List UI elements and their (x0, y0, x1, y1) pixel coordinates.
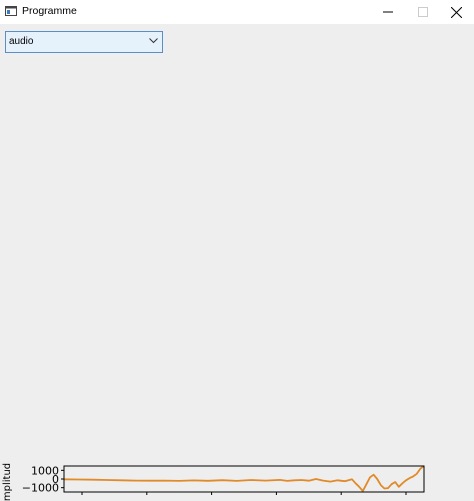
minimize-button[interactable] (370, 0, 406, 24)
series-line (63, 465, 425, 492)
source-combobox[interactable]: audio (5, 31, 163, 53)
waveform-plot: mplitud 10000−1000 (2, 463, 425, 501)
window-title: Programme (22, 5, 77, 17)
chevron-down-icon (149, 38, 158, 44)
client-area (0, 24, 474, 501)
minimize-icon (383, 11, 393, 13)
maximize-button[interactable] (405, 0, 441, 24)
y-axis-label: mplitud (2, 463, 13, 501)
y-tick-label: −1000 (22, 482, 59, 495)
maximize-icon (418, 7, 428, 17)
combobox-value: audio (9, 36, 34, 47)
close-button[interactable] (438, 0, 474, 24)
close-icon (450, 6, 462, 18)
app-window-icon (5, 6, 17, 16)
y-ticks: 10000−1000 (22, 464, 64, 495)
title-bar: Programme (0, 0, 474, 24)
